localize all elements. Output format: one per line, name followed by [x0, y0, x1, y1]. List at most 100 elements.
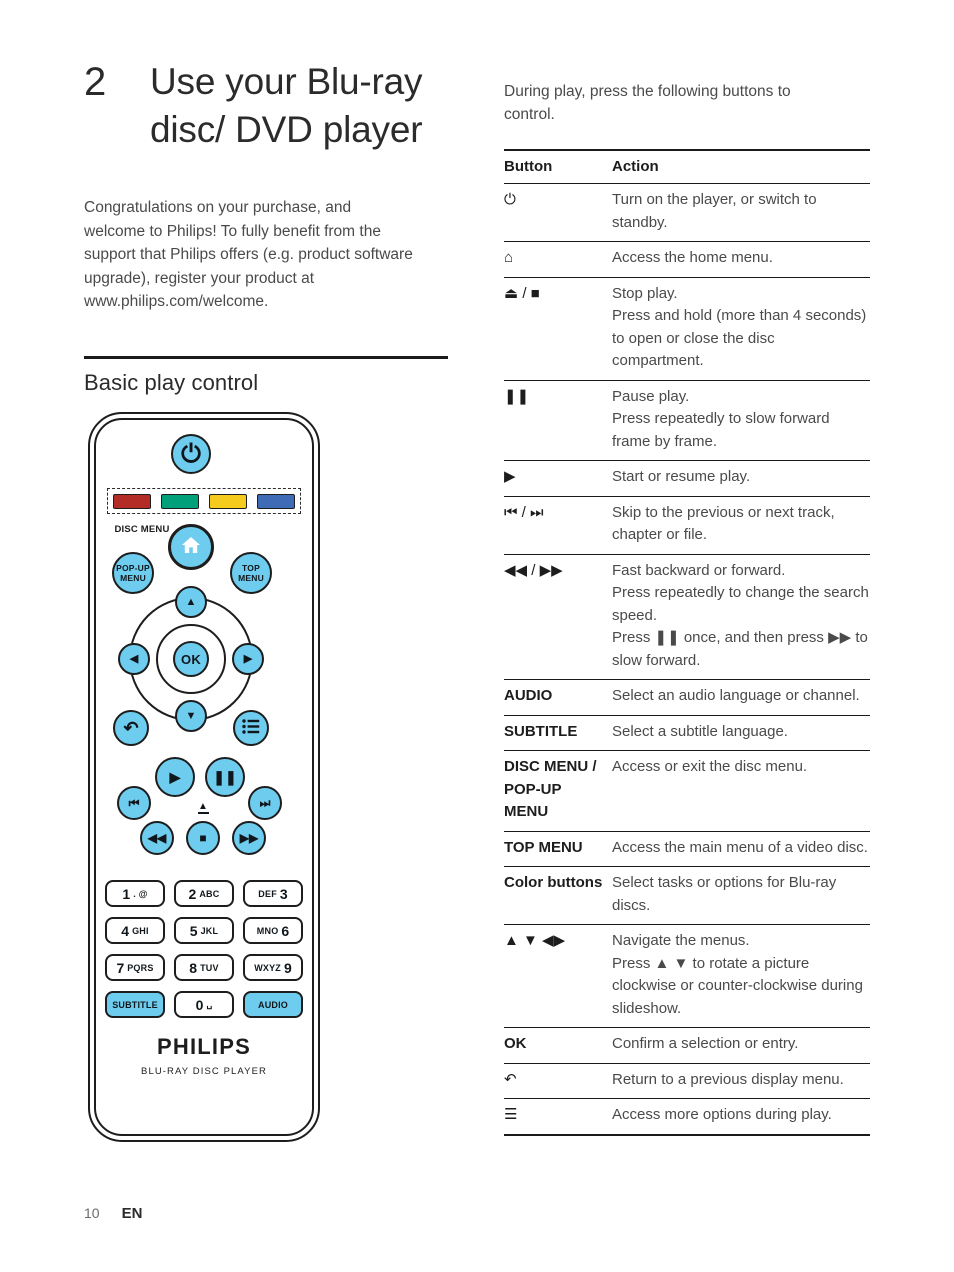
remote-ok-button[interactable]: OK — [173, 641, 209, 677]
table-cell-action: Navigate the menus. Press ▲ ▼ to rotate a… — [612, 924, 870, 1028]
keypad-key-0[interactable]: 0 ␣ — [174, 991, 234, 1018]
keypad-key-2[interactable]: 2 ABC — [174, 880, 234, 907]
keypad-key-6[interactable]: MNO 6 — [243, 917, 303, 944]
key-label: AUDIO — [258, 999, 288, 1010]
table-row: ▶ Start or resume play. — [504, 460, 870, 497]
keypad-key-8[interactable]: 8 TUV — [174, 954, 234, 981]
remote-nav-right-button[interactable]: ▶ — [232, 643, 264, 675]
key-number: 5 — [189, 922, 198, 939]
key-letters: PQRS — [127, 962, 154, 973]
key-letters: TUV — [200, 962, 219, 973]
table-cell-button: ▶ — [504, 460, 612, 497]
keypad-key-audio[interactable]: AUDIO — [243, 991, 303, 1018]
remote-options-button[interactable] — [233, 710, 269, 746]
table-row: ⏏ / ■ Stop play. Press and hold (more than… — [504, 277, 870, 381]
remote-previous-button[interactable]: ⏮ — [117, 786, 151, 820]
section-title: Basic play control — [84, 369, 259, 395]
keypad-key-4[interactable]: 4 GHI — [105, 917, 165, 944]
skip-next-icon: ⏭ — [259, 796, 271, 810]
key-number: 2 — [188, 885, 197, 902]
arrow-up-icon: ▲ — [185, 595, 197, 608]
stop-icon: ■ — [199, 831, 207, 845]
color-button-green[interactable] — [161, 493, 199, 509]
table-row: Color buttons Select tasks or options for… — [504, 866, 870, 925]
table-cell-button: ☰ — [504, 1098, 612, 1136]
remote-nav-up-button[interactable]: ▲ — [175, 586, 207, 618]
popup-menu-label: POP-UP MENU — [116, 562, 150, 584]
keypad-key-7[interactable]: 7 PQRS — [105, 954, 165, 981]
chapter-heading: 2 Use your Blu-ray disc/ DVD player — [84, 58, 464, 154]
keypad-key-1[interactable]: 1 . @ — [105, 880, 165, 907]
remote-home-button[interactable] — [168, 524, 214, 570]
color-button-red[interactable] — [113, 493, 151, 509]
key-letters: ABC — [199, 888, 220, 899]
pause-icon: ❚❚ — [213, 769, 237, 785]
button-symbol: ⏏ / ■ — [504, 284, 540, 302]
remote-nav-down-button[interactable]: ▼ — [175, 700, 207, 732]
fast-backward-icon: ◀◀ — [147, 831, 167, 845]
color-button-yellow[interactable] — [209, 493, 247, 509]
action-line: Select a subtitle language. — [612, 722, 788, 740]
remote-popup-menu-button[interactable]: POP-UP MENU — [112, 552, 154, 594]
table-cell-button: AUDIO — [504, 679, 612, 716]
key-letters: MNO — [256, 925, 279, 936]
action-line: Navigate the menus. — [612, 932, 750, 949]
intro-paragraph: Congratulations on your purchase, and we… — [84, 199, 413, 310]
page-footer: 10 EN — [84, 1205, 142, 1222]
button-symbol: ❚❚ — [504, 387, 530, 405]
chapter-number: 2 — [84, 60, 107, 104]
action-line: Start or resume play. — [612, 468, 751, 485]
home-icon — [180, 535, 202, 559]
action-line: Pause play. — [612, 387, 690, 405]
section-divider — [84, 355, 448, 359]
table-cell-button: ▲ ▼ ◀▶ — [504, 924, 612, 1028]
remote-nav-left-button[interactable]: ◀ — [118, 643, 150, 675]
remote-top-menu-button[interactable]: TOP MENU — [230, 552, 272, 594]
table-row: ⌂ Access the home menu. — [504, 241, 870, 278]
key-number: 7 — [116, 959, 125, 976]
remote-color-button-row — [107, 488, 301, 514]
action-line: Turn on the player, or switch to standby… — [612, 191, 817, 231]
button-symbol: ⌂ — [504, 249, 514, 266]
remote-eject-marking: ▲ — [192, 802, 214, 814]
remote-forward-button[interactable]: ▶▶ — [232, 821, 266, 855]
table-cell-action: Start or resume play. — [612, 460, 870, 497]
table-cell-action: Pause play. Press repeatedly to slow forw… — [612, 380, 870, 461]
table-cell-action: Access the main menu of a video disc. — [612, 831, 870, 867]
eject-underline — [197, 812, 209, 814]
action-line: Select tasks or options for Blu-ray disc… — [612, 874, 837, 914]
table-cell-button: ⏮ / ⏭ — [504, 496, 612, 555]
button-name: OK — [504, 1035, 527, 1052]
table-cell-action: Stop play. Press and hold (more than 4 se… — [612, 277, 870, 381]
remote-power-button[interactable]: ⏻ — [171, 434, 211, 474]
table-row: SUBTITLE Select a subtitle language. — [504, 715, 870, 751]
action-line: Select an audio language or channel. — [612, 687, 860, 704]
table-row: ▲ ▼ ◀▶ Navigate the menus. Press ▲ ▼ to ro… — [504, 924, 870, 1028]
button-symbol: ☰ — [504, 1106, 518, 1123]
button-symbol: ▶ — [504, 468, 516, 485]
table-cell-button: ⏏ / ■ — [504, 277, 612, 381]
button-symbol: ⏮ / ⏭ — [504, 503, 544, 521]
keypad-key-9[interactable]: WXYZ 9 — [243, 954, 303, 981]
remote-back-button[interactable]: ↶ — [113, 710, 149, 746]
keypad-key-3[interactable]: DEF 3 — [243, 880, 303, 907]
table-cell-button: ❚❚ — [504, 380, 612, 461]
action-line: Access more options during play. — [612, 1106, 832, 1123]
remote-next-button[interactable]: ⏭ — [248, 786, 282, 820]
key-number: 9 — [284, 959, 292, 976]
color-button-blue[interactable] — [257, 493, 295, 509]
remote-play-button[interactable]: ▶ — [155, 757, 195, 797]
table-cell-action: Return to a previous display menu. — [612, 1063, 870, 1099]
table-cell-action: Turn on the player, or switch to standby… — [612, 183, 870, 242]
remote-stop-button[interactable]: ■ — [186, 821, 220, 855]
table-row: ⏮ / ⏭ Skip to the previous or next track,… — [504, 496, 870, 555]
table-cell-button: TOP MENU — [504, 831, 612, 867]
table-cell-action: Select a subtitle language. — [612, 715, 870, 751]
button-name: SUBTITLE — [504, 722, 578, 740]
table-cell-action: Access the home menu. — [612, 241, 870, 278]
keypad-key-5[interactable]: 5 JKL — [174, 917, 234, 944]
keypad-key-subtitle[interactable]: SUBTITLE — [105, 991, 165, 1018]
remote-pause-button[interactable]: ❚❚ — [205, 757, 245, 797]
key-number: 8 — [189, 959, 198, 976]
remote-rewind-button[interactable]: ◀◀ — [140, 821, 174, 855]
